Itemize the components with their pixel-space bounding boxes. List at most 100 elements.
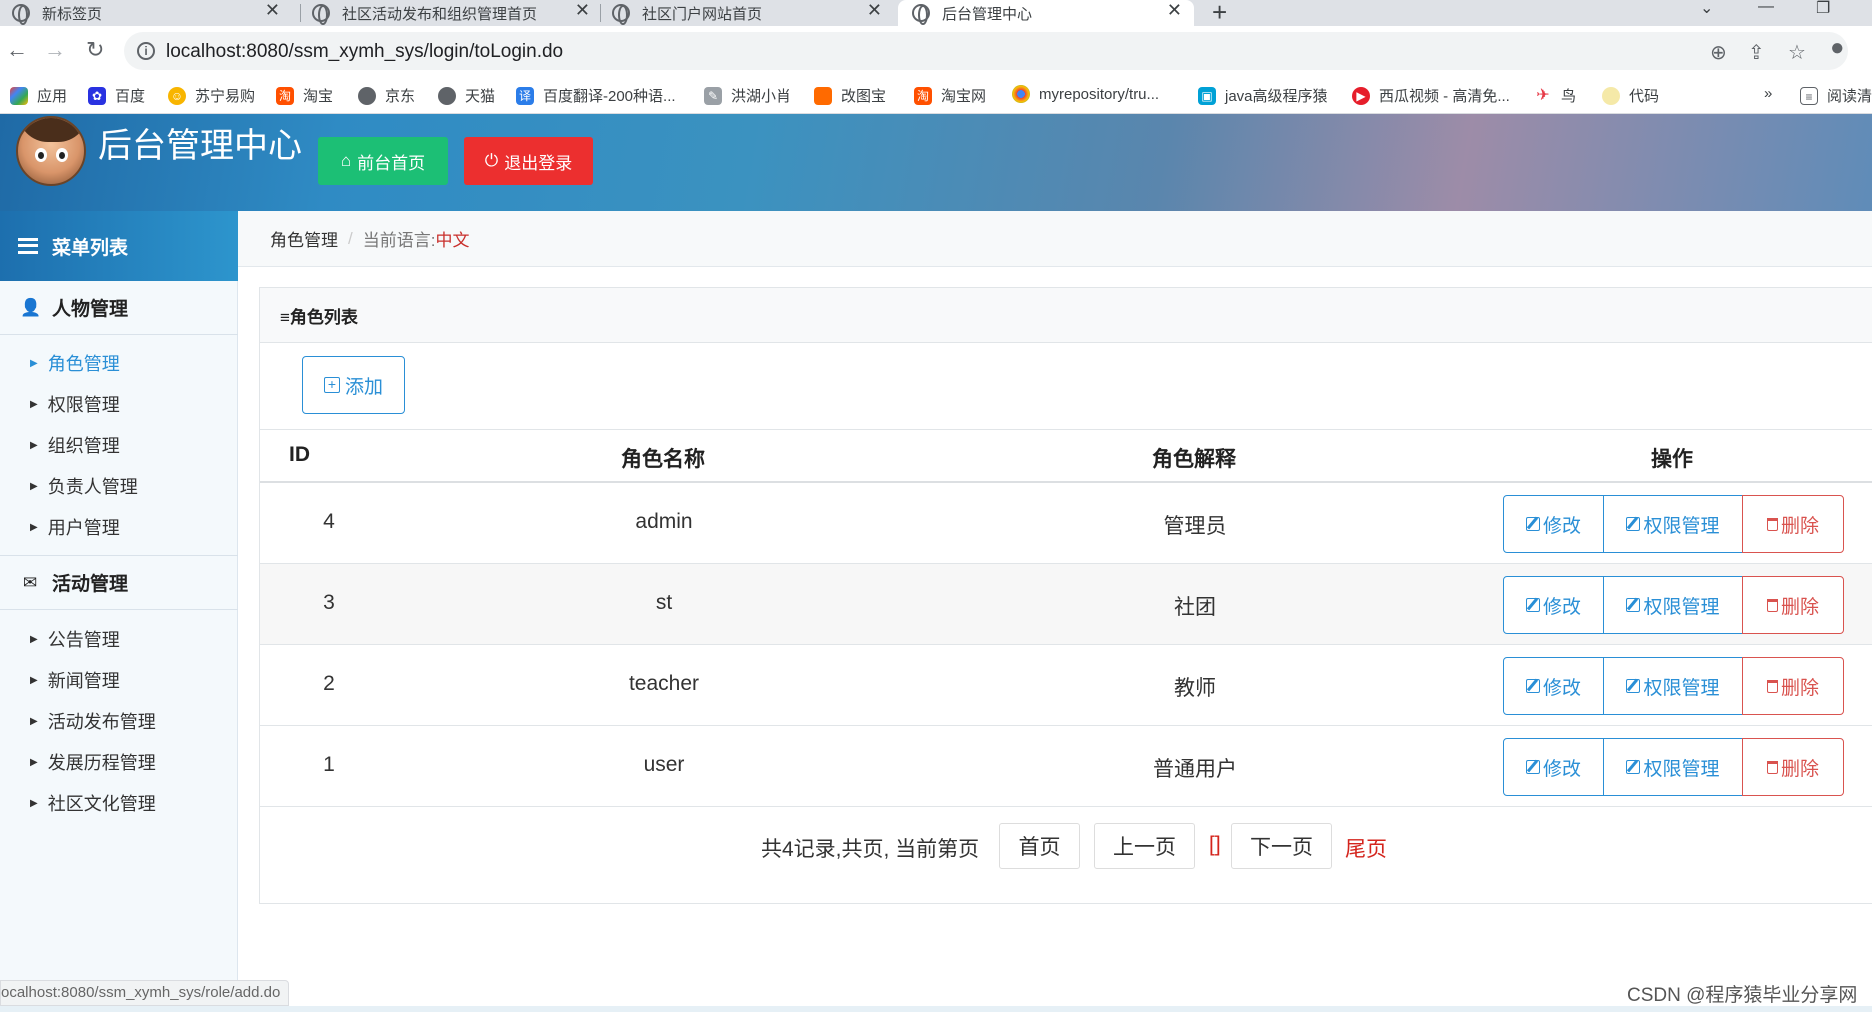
edit-button[interactable]: 修改	[1503, 657, 1604, 715]
zoom-icon[interactable]: ⊕	[1710, 40, 1727, 65]
last-page-link[interactable]: 尾页	[1345, 833, 1387, 863]
bookmark-item[interactable]: 译百度翻译-200种语...	[516, 85, 676, 106]
delete-button[interactable]: 删除	[1742, 495, 1844, 553]
close-icon[interactable]: ✕	[575, 0, 590, 21]
bookmark-star-icon[interactable]: ☆	[1788, 40, 1806, 65]
delete-button[interactable]: 删除	[1742, 738, 1844, 796]
url-text[interactable]: localhost:8080/ssm_xymh_sys/login/toLogi…	[166, 41, 563, 63]
profile-avatar-icon[interactable]: ●	[1830, 34, 1845, 62]
breadcrumb-page[interactable]: 角色管理	[270, 226, 338, 251]
reading-list-icon: ≡	[1800, 86, 1818, 105]
taobao-icon: 淘	[914, 86, 932, 105]
browser-tab[interactable]: 社区活动发布和组织管理首页 ✕	[312, 0, 602, 26]
globe-icon	[358, 86, 376, 105]
share-icon[interactable]: ⇪	[1748, 40, 1765, 65]
sidebar-item-permission[interactable]: ▶ 权限管理	[30, 391, 120, 417]
reload-icon[interactable]: ↻	[86, 37, 104, 63]
sidebar-item-org[interactable]: ▶ 组织管理	[30, 432, 120, 458]
cell-id: 2	[323, 672, 335, 695]
plus-square-icon: +	[323, 377, 340, 393]
sidebar-item-label: 组织管理	[47, 436, 120, 456]
permission-manage-button[interactable]: 权限管理	[1603, 495, 1743, 553]
column-header-desc: 角色解释	[1152, 448, 1236, 471]
apps-grid-icon	[10, 86, 28, 105]
bookmark-item[interactable]: myrepository/tru...	[1012, 85, 1159, 103]
tab-search-chevron-icon[interactable]: ⌄	[1700, 0, 1713, 18]
group-title: 活动管理	[52, 574, 129, 595]
info-icon[interactable]: i	[137, 42, 155, 60]
bookmark-item[interactable]: ☺ 苏宁易购	[168, 85, 255, 106]
browser-tab[interactable]: 社区门户网站首页 ✕	[612, 0, 894, 26]
sidebar-item-history[interactable]: ▶ 发展历程管理	[30, 749, 156, 775]
edit-icon	[1525, 598, 1540, 612]
bookmark-item[interactable]: 应用	[10, 85, 67, 106]
sidebar-item-activity-publish[interactable]: ▶ 活动发布管理	[30, 708, 156, 734]
sidebar-item-label: 公告管理	[47, 630, 120, 650]
new-tab-plus-icon[interactable]: +	[1212, 0, 1227, 28]
add-button[interactable]: + 添加	[302, 356, 405, 414]
sidebar-item-notice[interactable]: ▶ 公告管理	[30, 626, 120, 652]
bookmark-item[interactable]: 淘淘宝	[276, 85, 333, 106]
bookmark-item[interactable]: 天猫	[438, 85, 495, 106]
bookmark-item[interactable]: 京东	[358, 85, 415, 106]
front-home-button[interactable]: ⌂ 前台首页	[318, 137, 448, 185]
globe-icon	[438, 86, 456, 105]
taobao-icon: 淘	[276, 86, 294, 105]
edit-button[interactable]: 修改	[1503, 495, 1604, 553]
bookmark-item[interactable]: ✿ 百度	[88, 85, 145, 106]
bookmarks-more-chevron-icon[interactable]: »	[1764, 85, 1772, 102]
reading-list[interactable]: ≡ 阅读清	[1800, 85, 1872, 106]
delete-button[interactable]: 删除	[1742, 576, 1844, 634]
bookmark-item[interactable]: ▣ java高级程序猿	[1198, 85, 1328, 106]
minimize-icon[interactable]: —	[1758, 0, 1774, 16]
close-icon[interactable]: ✕	[1167, 0, 1182, 21]
bookmark-label: 天猫	[465, 88, 496, 105]
delete-button[interactable]: 删除	[1742, 657, 1844, 715]
bookmark-item[interactable]: ▶ 西瓜视频 - 高清免...	[1352, 85, 1510, 106]
bookmark-item[interactable]: 代码	[1602, 85, 1659, 106]
logo-eye	[35, 148, 47, 162]
back-arrow-icon[interactable]: ←	[6, 37, 28, 63]
next-page-label: 下一页	[1250, 836, 1313, 859]
trash-icon	[1766, 598, 1778, 612]
sidebar-item-role[interactable]: ▶ 角色管理	[30, 350, 120, 376]
close-icon[interactable]: ✕	[265, 0, 280, 21]
trash-icon	[1766, 760, 1778, 774]
restore-icon[interactable]: ❐	[1816, 0, 1830, 18]
first-page-button[interactable]: 首页	[999, 823, 1080, 869]
bookmark-item[interactable]: 淘淘宝网	[914, 85, 986, 106]
reading-list-label: 阅读清	[1827, 88, 1872, 105]
browser-tab-active[interactable]: 后台管理中心 ✕	[898, 0, 1194, 26]
bookmark-item[interactable]: 改图宝	[814, 85, 886, 106]
address-bar[interactable]: i localhost:8080/ssm_xymh_sys/login/toLo…	[124, 32, 1848, 70]
forward-arrow-icon[interactable]: →	[44, 37, 66, 63]
sidebar-group-activity[interactable]: ✉ 活动管理	[0, 556, 238, 610]
column-header-actions: 操作	[1651, 448, 1693, 471]
tab-separator	[600, 4, 601, 22]
row-actions: 修改 权限管理 删除	[1503, 738, 1844, 796]
bookmark-item[interactable]: ✎ 洪湖小肖	[704, 85, 791, 106]
sidebar-group-people[interactable]: 👤 人物管理	[0, 281, 238, 335]
sidebar-item-culture[interactable]: ▶ 社区文化管理	[30, 790, 156, 816]
baidu-paw-icon: ✿	[88, 86, 106, 105]
edit-button[interactable]: 修改	[1503, 738, 1604, 796]
logout-button[interactable]: ⏻ 退出登录	[464, 137, 593, 185]
permission-manage-button[interactable]: 权限管理	[1603, 576, 1743, 634]
permission-manage-button[interactable]: 权限管理	[1603, 657, 1743, 715]
caret-right-icon: ▶	[30, 439, 38, 451]
bookmark-item[interactable]: ✈ 鸟	[1534, 85, 1576, 106]
sidebar-item-user[interactable]: ▶ 用户管理	[30, 514, 120, 540]
sidebar-item-leader[interactable]: ▶ 负责人管理	[30, 473, 138, 499]
permission-manage-button[interactable]: 权限管理	[1603, 738, 1743, 796]
sidebar-item-news[interactable]: ▶ 新闻管理	[30, 667, 120, 693]
caret-right-icon: ▶	[30, 797, 38, 809]
prev-page-button[interactable]: 上一页	[1094, 823, 1195, 869]
cell-name: teacher	[628, 672, 700, 695]
user-icon: 👤	[20, 297, 42, 317]
close-icon[interactable]: ✕	[867, 0, 882, 21]
edit-button[interactable]: 修改	[1503, 576, 1604, 634]
next-page-button[interactable]: 下一页	[1231, 823, 1332, 869]
language-value: 中文	[435, 231, 470, 250]
browser-tab[interactable]: 新标签页 ✕	[12, 0, 292, 26]
cell-desc: 社团	[1174, 596, 1216, 619]
